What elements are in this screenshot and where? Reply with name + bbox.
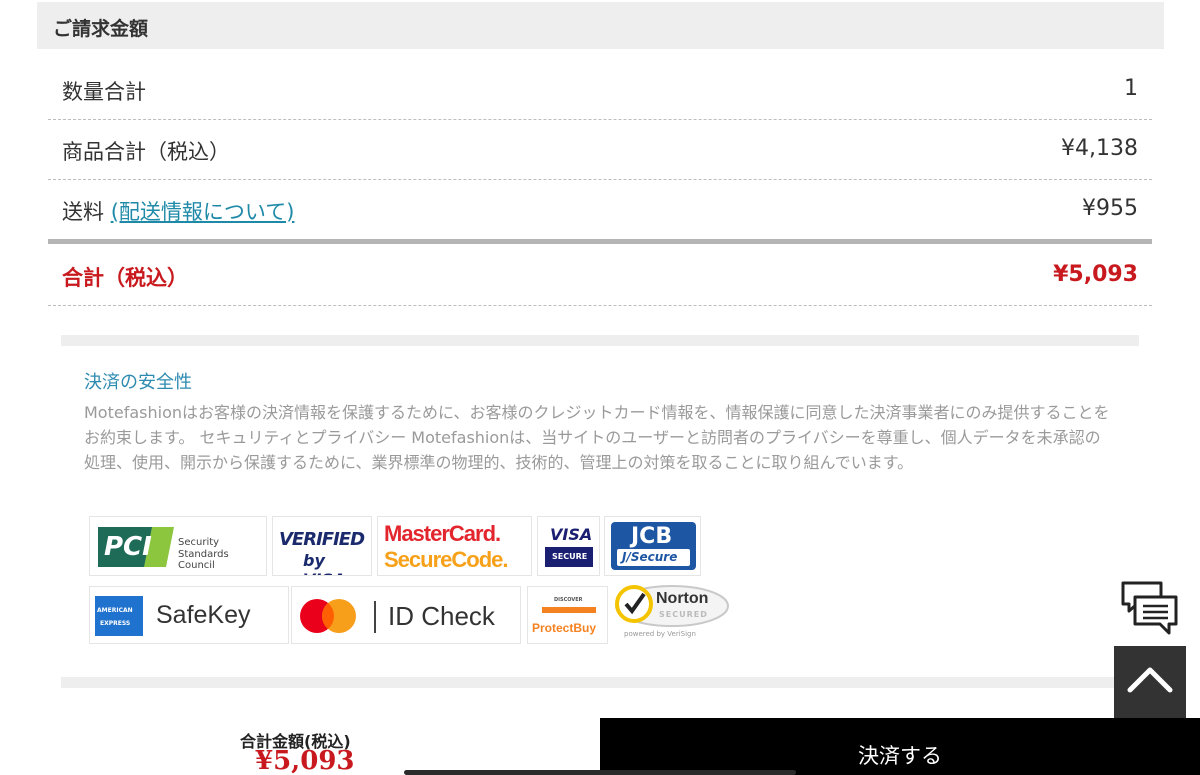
visa-secure-logo: VISA SECURE [537, 516, 600, 576]
chat-button[interactable] [1119, 580, 1179, 638]
vbv-line2: by VISA [303, 551, 345, 575]
visa-line2: SECURE [552, 552, 588, 561]
norton-line1: Norton [656, 590, 709, 607]
msc-line2: SecureCode. [384, 547, 508, 572]
checkout-button-label: 決済する [858, 744, 942, 768]
total-label: 合計（税込） [62, 266, 188, 290]
subtotal-row: 商品合計（税込） ¥4,138 [48, 120, 1152, 180]
discover-protectbuy-logo: DISCOVER ProtectBuy [527, 586, 608, 644]
verified-by-visa-logo: VERIFIED by VISA [272, 516, 372, 576]
jcb-line1: JCB [631, 524, 673, 549]
norton-line3: powered by VeriSign [624, 630, 696, 638]
pci-mark: PCI [104, 532, 152, 562]
mastercard-circles-icon [300, 599, 356, 633]
shipping-row: 送料 (配送情報について) ¥955 [48, 180, 1152, 244]
checkout-button[interactable]: 決済する [600, 718, 1200, 775]
total-value: ¥5,093 [1053, 262, 1138, 287]
quantity-value: 1 [1124, 76, 1138, 101]
visa-secure-badge: SECURE [545, 547, 593, 567]
quantity-row: 数量合計 1 [48, 60, 1152, 120]
protect-line2: ProtectBuy [532, 621, 597, 635]
amex-safekey-logo: AMERICAN EXPRESS SafeKey [89, 586, 289, 644]
chat-bubbles-icon [1121, 581, 1178, 635]
mastercard-idcheck-logo: ID Check [291, 586, 521, 644]
idcheck-text: ID Check [388, 601, 495, 631]
shipping-label: 送料 [62, 200, 104, 224]
shipping-label-wrap: 送料 (配送情報について) [62, 196, 294, 226]
back-to-top-button[interactable] [1114, 646, 1186, 718]
vbv-line1: VERIFIED [279, 529, 365, 550]
security-description: Motefashionはお客様の決済情報を保護するために、お客様のクレジットカー… [84, 403, 1110, 472]
home-indicator [404, 770, 796, 775]
jcb-secure-strip: J/Secure [617, 549, 690, 566]
security-title: 決済の安全性 [84, 372, 192, 393]
divider-strip [61, 677, 1139, 688]
pci-logo: PCI Security Standards Council [89, 516, 267, 576]
billing-header-title: ご請求金額 [53, 18, 149, 40]
safekey-text: SafeKey [156, 601, 251, 629]
amex-badge: AMERICAN EXPRESS [95, 596, 143, 636]
visa-line1: VISA [550, 525, 593, 544]
shipping-info-link[interactable]: (配送情報について) [111, 200, 295, 224]
quantity-label: 数量合計 [62, 80, 146, 104]
amex-badge-line2: EXPRESS [100, 620, 131, 627]
footer-total-value: ¥5,093 [255, 746, 355, 775]
shipping-value: ¥955 [1082, 196, 1138, 221]
discover-bars-icon [542, 607, 596, 613]
jcb-badge: JCB J/Secure [611, 522, 696, 570]
billing-header: ご請求金額 [37, 2, 1164, 49]
pci-line2: Standards Council [178, 549, 229, 571]
subtotal-value: ¥4,138 [1061, 136, 1138, 161]
subtotal-label: 商品合計（税込） [62, 140, 230, 164]
total-row: 合計（税込） ¥5,093 [48, 244, 1152, 306]
norton-line2: SECURED [659, 610, 708, 619]
norton-secured-logo: Norton SECURED powered by VeriSign [612, 582, 730, 644]
msc-line1: MasterCard. [384, 521, 501, 546]
jcb-line2: J/Secure [622, 550, 678, 564]
chevron-up-icon [1127, 667, 1173, 693]
mastercard-securecode-logo: MasterCard. SecureCode. [377, 516, 532, 576]
jcb-jsecure-logo: JCB J/Secure [604, 516, 701, 576]
idcheck-separator [374, 601, 376, 633]
divider-strip [61, 335, 1139, 346]
pci-line1: Security [178, 537, 220, 548]
amex-badge-line1: AMERICAN [97, 607, 133, 614]
